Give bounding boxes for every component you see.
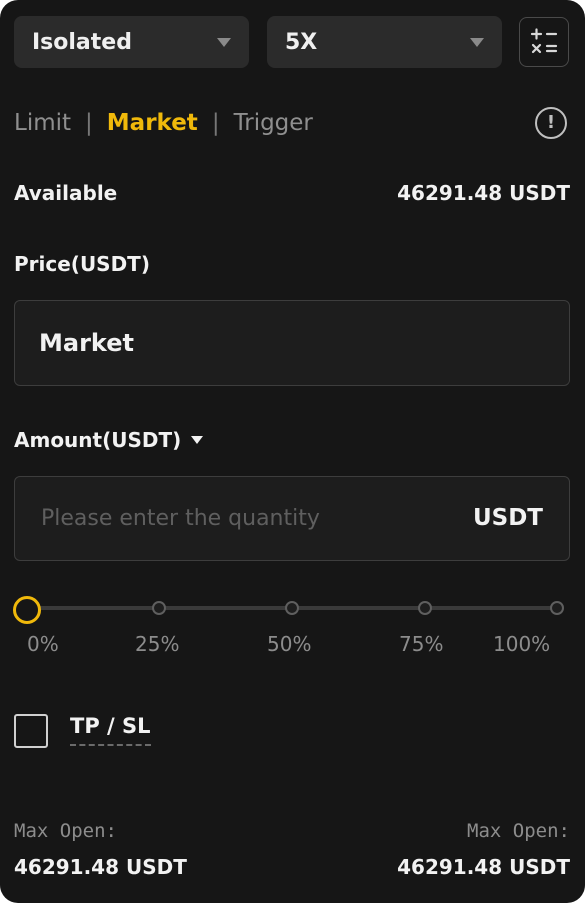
slider-label-25[interactable]: 25% <box>135 632 179 656</box>
max-open-long-value: 46291.48 USDT <box>14 855 187 879</box>
info-icon[interactable]: ! <box>535 107 567 139</box>
order-type-tabs: Limit | Market | Trigger <box>14 108 313 138</box>
amount-unit: USDT <box>472 505 543 531</box>
slider-mark-25[interactable] <box>152 601 166 615</box>
available-label: Available <box>14 181 118 205</box>
tab-market[interactable]: Market <box>107 110 198 136</box>
slider-label-100[interactable]: 100% <box>493 632 550 656</box>
tab-separator: | <box>85 110 93 136</box>
slider-mark-50[interactable] <box>285 601 299 615</box>
max-open-short-label: Max Open: <box>467 820 570 842</box>
caret-down-icon <box>217 38 231 47</box>
amount-placeholder: Please enter the quantity <box>41 506 320 531</box>
max-open-long-label: Max Open: <box>14 820 117 842</box>
amount-label: Amount(USDT) <box>14 428 182 452</box>
slider-label-0[interactable]: 0% <box>27 632 59 656</box>
leverage-select[interactable]: 5X <box>267 16 502 68</box>
available-value: 46291.48 USDT <box>397 181 570 205</box>
margin-mode-value: Isolated <box>32 29 132 55</box>
slider-mark-75[interactable] <box>418 601 432 615</box>
tab-limit[interactable]: Limit <box>14 110 71 136</box>
price-value: Market <box>39 329 134 357</box>
tab-trigger[interactable]: Trigger <box>234 110 313 136</box>
max-open-short-value: 46291.48 USDT <box>397 855 570 879</box>
amount-input[interactable]: Please enter the quantity USDT <box>14 476 570 561</box>
slider-label-50[interactable]: 50% <box>267 632 311 656</box>
order-panel: Isolated 5X Limit | Market | Trigger ! A… <box>0 0 585 903</box>
caret-down-icon <box>191 436 204 444</box>
slider-label-75[interactable]: 75% <box>399 632 443 656</box>
calculator-button[interactable] <box>519 17 569 67</box>
caret-down-icon <box>470 38 484 47</box>
leverage-value: 5X <box>285 29 318 55</box>
amount-unit-selector[interactable]: Amount(USDT) <box>14 428 204 452</box>
tpsl-checkbox[interactable] <box>14 714 48 748</box>
calculator-icon <box>530 28 558 54</box>
price-field[interactable]: Market <box>14 300 570 386</box>
price-label: Price(USDT) <box>14 252 150 276</box>
tab-separator: | <box>211 110 220 136</box>
slider-handle[interactable] <box>13 596 41 624</box>
margin-mode-select[interactable]: Isolated <box>14 16 249 68</box>
slider-mark-100[interactable] <box>550 601 564 615</box>
tpsl-label[interactable]: TP / SL <box>70 714 151 746</box>
